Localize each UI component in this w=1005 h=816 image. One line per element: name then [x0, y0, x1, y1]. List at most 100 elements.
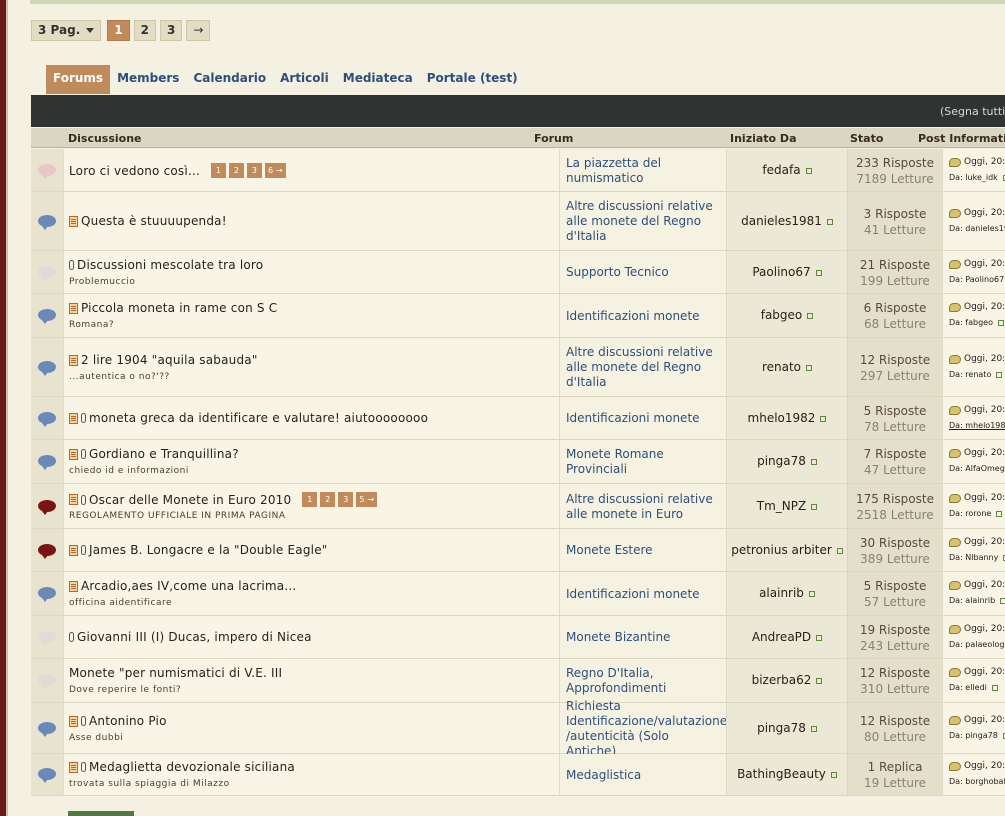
forum-link[interactable]: Supporto Tecnico: [566, 265, 722, 280]
starter-link[interactable]: Paolino67: [752, 265, 810, 279]
profile-link-icon[interactable]: [830, 771, 837, 778]
page-link-3[interactable]: 3: [159, 20, 183, 41]
last-post-icon[interactable]: [949, 667, 961, 677]
last-post-icon[interactable]: [949, 493, 961, 503]
thread-title-link[interactable]: Discussioni mescolate tra loro: [77, 258, 263, 272]
profile-link-icon[interactable]: [991, 684, 998, 691]
thread-title-link[interactable]: James B. Longacre e la "Double Eagle": [89, 543, 328, 557]
profile-link-icon[interactable]: [807, 312, 814, 319]
tab-calendario[interactable]: Calendario: [186, 65, 273, 94]
last-post-author[interactable]: Da: AlfaOmega: [949, 464, 1005, 473]
profile-link-icon[interactable]: [836, 547, 843, 554]
thread-page-link[interactable]: 2: [228, 163, 244, 178]
col-header-post-info[interactable]: Post Information: [918, 132, 1005, 145]
profile-link-icon[interactable]: [1000, 597, 1005, 604]
profile-link-icon[interactable]: [816, 634, 823, 641]
forum-link[interactable]: Altre discussioni relative alle monete d…: [566, 345, 722, 390]
page-select-dropdown[interactable]: 3 Pag.: [31, 20, 102, 41]
forum-link[interactable]: Monete Bizantine: [566, 630, 722, 645]
thread-page-link[interactable]: 5 →: [356, 492, 378, 507]
last-post-author[interactable]: Da: elledi: [949, 683, 987, 692]
last-post-icon[interactable]: [949, 580, 961, 590]
forum-link[interactable]: Identificazioni monete: [566, 411, 722, 426]
thread-title-link[interactable]: Medaglietta devozionale siciliana: [89, 760, 295, 774]
tab-forums[interactable]: Forums: [46, 65, 111, 94]
profile-link-icon[interactable]: [816, 677, 823, 684]
last-post-icon[interactable]: [949, 715, 961, 725]
thread-page-link[interactable]: 1: [302, 492, 318, 507]
profile-link-icon[interactable]: [815, 269, 822, 276]
col-header-stats[interactable]: Stato: [850, 132, 883, 145]
profile-link-icon[interactable]: [806, 364, 813, 371]
profile-link-icon[interactable]: [808, 590, 815, 597]
last-post-author[interactable]: Da: alainrib: [949, 596, 995, 605]
last-post-icon[interactable]: [949, 302, 961, 312]
last-post-author[interactable]: Da: fabgeo: [949, 318, 993, 327]
page-link-2[interactable]: 2: [133, 20, 156, 41]
mark-all-read-link[interactable]: (Segna tutti g: [940, 105, 1005, 118]
thread-page-link[interactable]: 2: [320, 492, 336, 507]
col-header-starter[interactable]: Iniziato Da: [730, 132, 797, 145]
col-header-forum[interactable]: Forum: [534, 132, 573, 145]
forum-link[interactable]: Medaglistica: [566, 768, 722, 783]
last-post-author[interactable]: Da: renato: [949, 370, 991, 379]
next-page-button[interactable]: →: [186, 20, 211, 41]
last-post-author[interactable]: Da: rorone: [949, 509, 991, 518]
thread-title-link[interactable]: 2 lire 1904 "aquila sabauda": [81, 353, 258, 367]
last-post-author[interactable]: Da: pinga78: [949, 731, 998, 740]
tab-articoli[interactable]: Articoli: [273, 65, 336, 94]
thread-page-link[interactable]: 3: [338, 492, 354, 507]
page-link-1[interactable]: 1: [107, 20, 130, 41]
last-post-author[interactable]: Da: luke_idk: [949, 173, 998, 182]
thread-title-link[interactable]: Questa è stuuuupenda!: [81, 214, 227, 228]
thread-title-link[interactable]: Antonino Pio: [89, 714, 167, 728]
last-post-icon[interactable]: [949, 537, 961, 547]
starter-link[interactable]: pinga78: [757, 721, 806, 735]
starter-link[interactable]: renato: [762, 360, 801, 374]
profile-link-icon[interactable]: [826, 218, 833, 225]
last-post-author[interactable]: Da: borghobaffo: [949, 777, 1005, 786]
starter-link[interactable]: mhelo1982: [748, 411, 816, 425]
forum-link[interactable]: Monete Estere: [566, 543, 722, 558]
starter-link[interactable]: petronius arbiter: [731, 543, 832, 557]
last-post-icon[interactable]: [949, 259, 961, 269]
tab-portale[interactable]: Portale (test): [420, 65, 525, 94]
starter-link[interactable]: alainrib: [759, 586, 804, 600]
profile-link-icon[interactable]: [998, 319, 1004, 326]
tab-members[interactable]: Members: [110, 65, 186, 94]
thread-title-link[interactable]: Giovanni III (I) Ducas, impero di Nicea: [77, 630, 312, 644]
thread-title-link[interactable]: Piccola moneta in rame con S C: [81, 301, 277, 315]
starter-link[interactable]: fedafa: [762, 163, 800, 177]
forum-link[interactable]: La piazzetta del numismatico: [566, 156, 722, 186]
last-post-icon[interactable]: [949, 448, 961, 458]
tab-mediateca[interactable]: Mediateca: [336, 65, 420, 94]
last-post-author[interactable]: Da: danieles1981: [949, 224, 1005, 233]
starter-link[interactable]: BathingBeauty: [737, 767, 826, 781]
thread-title-link[interactable]: Arcadio,aes IV,come una lacrima...: [81, 579, 296, 593]
last-post-icon[interactable]: [949, 354, 961, 364]
forum-link[interactable]: Monete Romane Provinciali: [566, 447, 722, 477]
thread-title-link[interactable]: Monete "per numismatici di V.E. III: [69, 666, 282, 680]
forum-link[interactable]: Richiesta Identificazione/valutazione /a…: [566, 699, 727, 759]
last-post-icon[interactable]: [949, 405, 961, 415]
forum-link[interactable]: Identificazioni monete: [566, 587, 722, 602]
starter-link[interactable]: bizerba62: [752, 673, 812, 687]
profile-link-icon[interactable]: [996, 510, 1003, 517]
forum-link[interactable]: Altre discussioni relative alle monete d…: [566, 199, 722, 244]
thread-title-link[interactable]: Gordiano e Tranquillina?: [89, 447, 239, 461]
profile-link-icon[interactable]: [805, 167, 812, 174]
profile-link-icon[interactable]: [820, 415, 827, 422]
col-header-discussion[interactable]: Discussione: [68, 132, 142, 145]
thread-page-link[interactable]: 3: [246, 163, 262, 178]
starter-link[interactable]: danieles1981: [741, 214, 822, 228]
thread-title-link[interactable]: Oscar delle Monete in Euro 2010: [89, 493, 291, 507]
starter-link[interactable]: fabgeo: [761, 308, 803, 322]
thread-page-link[interactable]: 1: [210, 163, 226, 178]
profile-link-icon[interactable]: [996, 371, 1003, 378]
thread-title-link[interactable]: Loro ci vedono così...: [69, 164, 200, 178]
last-post-author[interactable]: Da: mhelo1982: [949, 421, 1005, 430]
last-post-icon[interactable]: [949, 208, 961, 218]
last-post-icon[interactable]: [949, 624, 961, 634]
profile-link-icon[interactable]: [810, 725, 817, 732]
thread-title-link[interactable]: moneta greca da identificare e valutare!…: [89, 411, 428, 425]
